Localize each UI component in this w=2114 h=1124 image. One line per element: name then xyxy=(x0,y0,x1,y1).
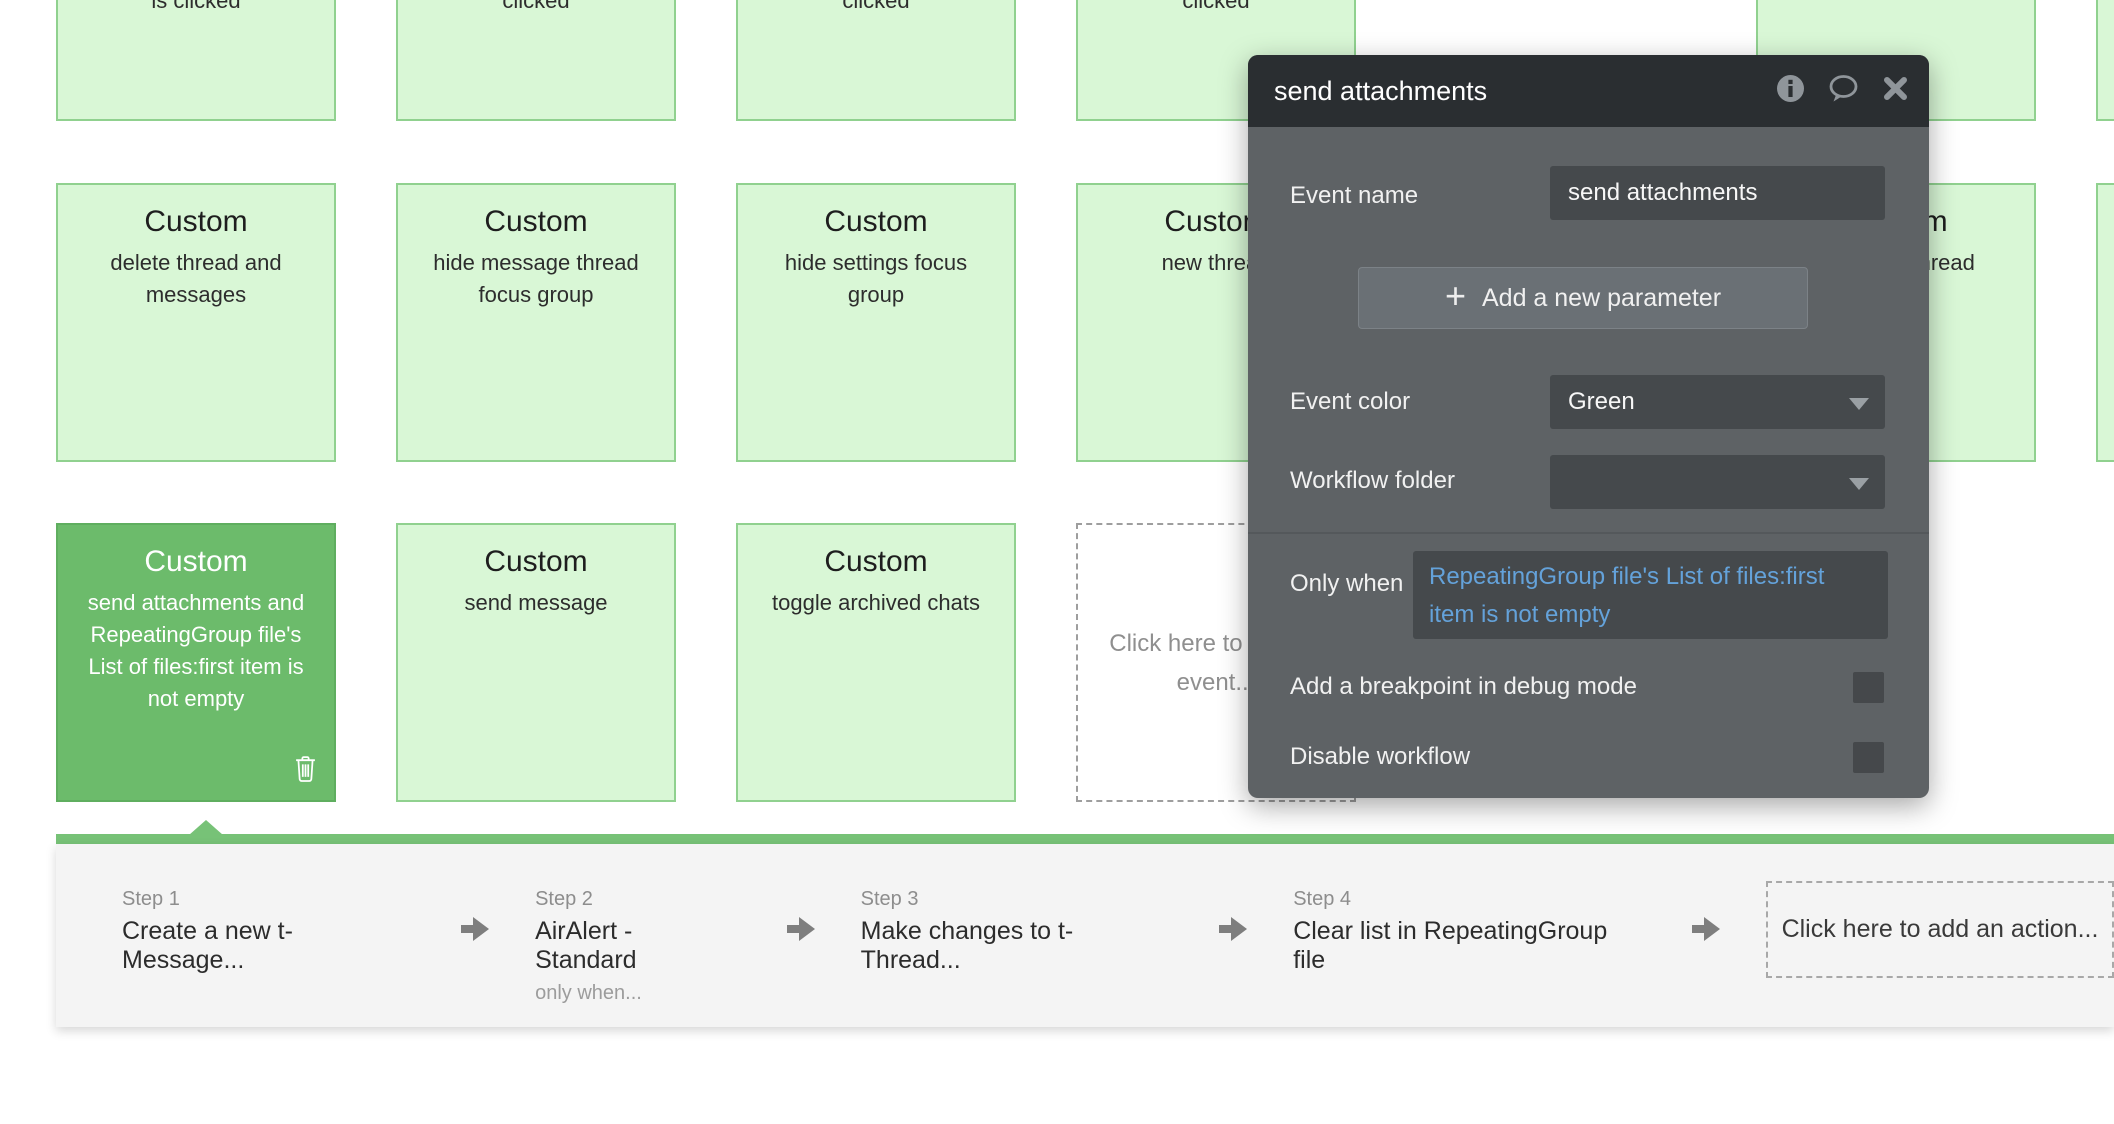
event-card[interactable]: is clicked xyxy=(56,0,336,121)
step-1[interactable]: Step 1 Create a new t-Message... xyxy=(122,888,415,975)
event-card-title-fragment: clicked xyxy=(398,0,674,14)
event-card[interactable]: clicked xyxy=(396,0,676,121)
event-card[interactable]: Custom send message xyxy=(396,523,676,802)
only-when-expression: RepeatingGroup file's List of files:firs… xyxy=(1413,551,1888,634)
event-card-name: send attachments and RepeatingGroup file… xyxy=(77,587,315,715)
modal-header-icons xyxy=(1776,74,1909,109)
event-name-input[interactable]: send attachments xyxy=(1550,166,1885,220)
event-name-value: send attachments xyxy=(1550,166,1885,220)
steps-row: Step 1 Create a new t-Message... Step 2 … xyxy=(56,844,2114,1005)
event-card[interactable]: Custom hide settings focus group xyxy=(736,183,1016,462)
event-card-type: Custom xyxy=(398,545,674,579)
event-card[interactable] xyxy=(2096,183,2114,462)
event-card-type: Custom xyxy=(738,205,1014,239)
add-action-label: Click here to add an action... xyxy=(1782,915,2099,944)
step-condition: only when... xyxy=(535,982,741,1005)
step-label: Step 3 xyxy=(861,888,1174,911)
step-label: Step 2 xyxy=(535,888,741,911)
comment-bubble-icon[interactable] xyxy=(1827,74,1860,109)
chevron-down-icon xyxy=(1849,478,1869,490)
step-label: Step 1 xyxy=(122,888,415,911)
close-icon[interactable] xyxy=(1882,75,1909,107)
event-card-type: Custom xyxy=(58,545,334,579)
event-properties-modal: send attachments xyxy=(1248,55,1929,798)
event-card-title-fragment: clicked xyxy=(1078,0,1354,14)
step-label: Step 4 xyxy=(1293,888,1646,911)
event-name-label: Event name xyxy=(1290,182,1418,210)
event-card-name: delete thread and messages xyxy=(77,247,315,311)
event-color-value: Green xyxy=(1550,375,1885,429)
event-card[interactable] xyxy=(2096,0,2114,121)
event-card-title-fragment: clicked xyxy=(738,0,1014,14)
workflow-folder-dropdown[interactable] xyxy=(1550,455,1885,509)
step-title: AirAlert - Standard xyxy=(535,917,741,975)
disable-workflow-checkbox[interactable] xyxy=(1853,742,1884,773)
arrow-right-icon xyxy=(1217,914,1249,949)
action-steps-panel: Step 1 Create a new t-Message... Step 2 … xyxy=(56,844,2114,1027)
breakpoint-label: Add a breakpoint in debug mode xyxy=(1290,673,1637,701)
add-action-placeholder[interactable]: Click here to add an action... xyxy=(1766,881,2114,978)
step-4[interactable]: Step 4 Clear list in RepeatingGroup file xyxy=(1293,888,1646,975)
event-card-name: hide message thread focus group xyxy=(417,247,655,311)
arrow-right-icon xyxy=(785,914,817,949)
event-card-selected[interactable]: Custom send attachments and RepeatingGro… xyxy=(56,523,336,802)
modal-header[interactable]: send attachments xyxy=(1248,55,1929,127)
event-card-name: send message xyxy=(417,587,655,619)
event-color-dropdown[interactable]: Green xyxy=(1550,375,1885,429)
add-parameter-button[interactable]: + Add a new parameter xyxy=(1358,267,1808,329)
workflow-folder-label: Workflow folder xyxy=(1290,467,1455,495)
step-title: Clear list in RepeatingGroup file xyxy=(1293,917,1646,975)
disable-workflow-label: Disable workflow xyxy=(1290,743,1470,771)
workflow-canvas: is clicked clicked clicked clicked Custo… xyxy=(0,0,2114,1124)
chevron-down-icon xyxy=(1849,398,1869,410)
event-card-name: hide settings focus group xyxy=(757,247,995,311)
add-parameter-label: Add a new parameter xyxy=(1482,284,1721,313)
event-card-title-fragment: is clicked xyxy=(58,0,334,14)
info-icon[interactable] xyxy=(1776,74,1805,108)
section-divider xyxy=(1248,532,1929,534)
event-card-type: Custom xyxy=(58,205,334,239)
event-card[interactable]: Custom toggle archived chats xyxy=(736,523,1016,802)
event-color-label: Event color xyxy=(1290,388,1410,416)
event-card-type: Custom xyxy=(738,545,1014,579)
event-card[interactable]: clicked xyxy=(736,0,1016,121)
step-3[interactable]: Step 3 Make changes to t-Thread... xyxy=(861,888,1174,975)
step-title: Create a new t-Message... xyxy=(122,917,415,975)
arrow-right-icon xyxy=(1690,914,1722,949)
only-when-label: Only when xyxy=(1290,570,1403,598)
modal-title: send attachments xyxy=(1274,76,1776,107)
step-2[interactable]: Step 2 AirAlert - Standard only when... xyxy=(535,888,741,1005)
event-card[interactable]: Custom hide message thread focus group xyxy=(396,183,676,462)
step-title: Make changes to t-Thread... xyxy=(861,917,1174,975)
event-card[interactable]: Custom delete thread and messages xyxy=(56,183,336,462)
workflow-progress-bar xyxy=(56,834,2114,844)
arrow-right-icon xyxy=(459,914,491,949)
selected-event-pointer xyxy=(189,820,223,835)
only-when-expression-field[interactable]: RepeatingGroup file's List of files:firs… xyxy=(1413,551,1888,639)
event-card-name: toggle archived chats xyxy=(757,587,995,619)
breakpoint-checkbox[interactable] xyxy=(1853,672,1884,703)
trash-icon[interactable] xyxy=(293,753,318,788)
plus-icon: + xyxy=(1445,278,1466,314)
event-card-type: Custom xyxy=(398,205,674,239)
